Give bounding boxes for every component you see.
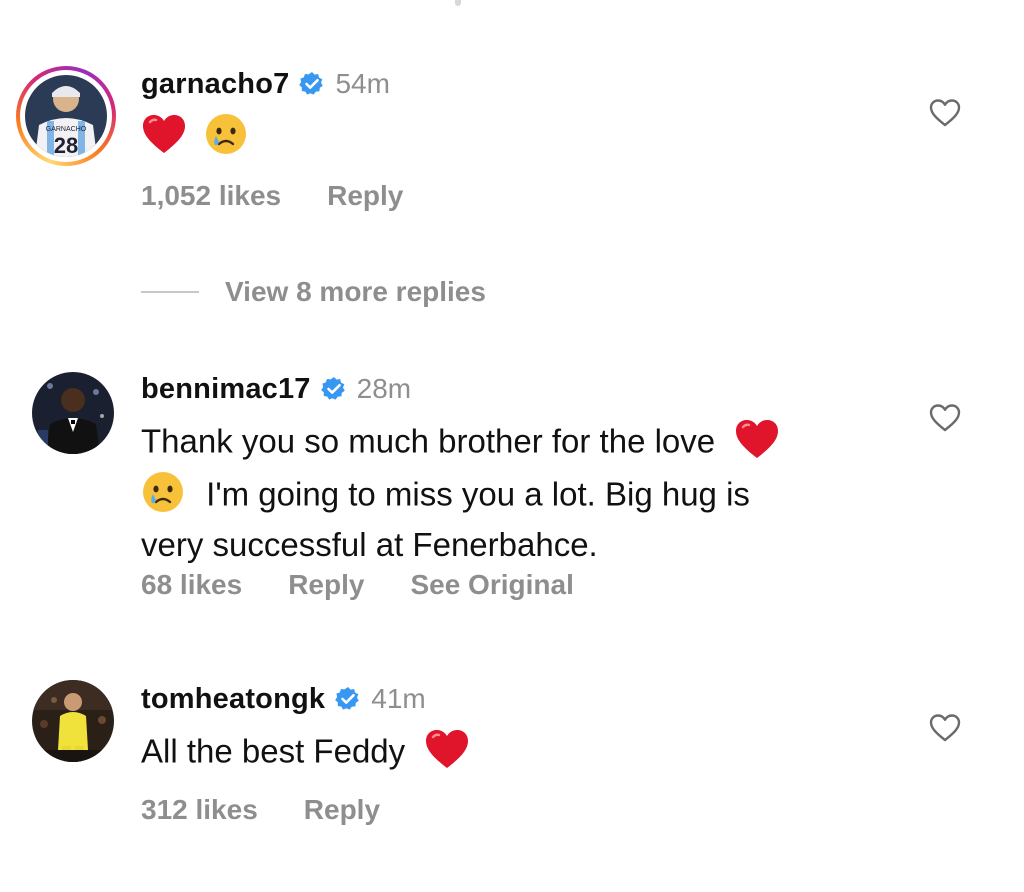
username[interactable]: tomheatongk <box>141 683 325 716</box>
red-heart-emoji <box>734 418 780 470</box>
timestamp: 28m <box>356 373 412 404</box>
heart-outline-icon[interactable] <box>929 98 961 128</box>
likes-count[interactable]: 68 likes <box>141 569 242 601</box>
crying-face-emoji <box>141 470 185 524</box>
svg-text:28: 28 <box>54 133 78 157</box>
timestamp: 54m <box>335 68 390 99</box>
comment-line-1: Thank you so much brother for the love <box>141 418 871 470</box>
divider-line <box>141 291 199 293</box>
avatar-bennimac17[interactable] <box>32 372 114 454</box>
reply-button[interactable]: Reply <box>304 794 380 826</box>
verified-badge-icon <box>320 376 347 402</box>
reply-button[interactable]: Reply <box>327 180 403 212</box>
top-edge-artifact <box>455 0 461 6</box>
likes-count[interactable]: 312 likes <box>141 794 258 826</box>
comment-header: garnacho7 54m <box>141 66 390 102</box>
view-more-replies-label[interactable]: View 8 more replies <box>225 276 486 308</box>
comment-text-content: All the best Feddy <box>141 732 406 770</box>
see-original-button[interactable]: See Original <box>410 569 573 601</box>
timestamp: 41m <box>371 683 426 714</box>
avatar-tomheatongk[interactable] <box>32 680 114 762</box>
crying-face-emoji <box>204 112 248 166</box>
comment-text: Thank you so much brother for the love I… <box>141 418 871 566</box>
story-ring: GARNACHO 28 <box>16 66 116 166</box>
heart-outline-icon[interactable] <box>929 713 961 743</box>
comment-text <box>141 112 871 166</box>
comment-meta: 312 likes Reply <box>141 792 426 828</box>
username[interactable]: garnacho7 <box>141 68 289 101</box>
red-heart-emoji <box>141 113 187 165</box>
view-more-replies[interactable]: View 8 more replies <box>141 274 486 310</box>
avatar-garnacho7[interactable]: GARNACHO 28 <box>16 66 116 166</box>
comment-header: tomheatongk 41m <box>141 681 426 717</box>
comment-line-3: very successful at Fenerbahce. <box>141 526 598 563</box>
svg-text:GARNACHO: GARNACHO <box>46 126 87 133</box>
comment-text: All the best Feddy <box>141 728 871 780</box>
comment-meta: 68 likes Reply See Original <box>141 567 620 603</box>
comment-header: bennimac17 28m <box>141 371 411 407</box>
verified-badge-icon <box>335 686 361 712</box>
username[interactable]: bennimac17 <box>141 373 311 406</box>
reply-button[interactable]: Reply <box>288 569 364 601</box>
likes-count[interactable]: 1,052 likes <box>141 180 281 212</box>
heart-outline-icon[interactable] <box>929 403 961 433</box>
red-heart-emoji <box>424 728 470 780</box>
comment-meta: 1,052 likes Reply <box>141 178 449 214</box>
comment-line-2-text: I'm going to miss you a lot. Big hug is <box>206 475 750 513</box>
comment-line-1-text: Thank you so much brother for the love <box>141 422 716 460</box>
verified-badge-icon <box>299 71 325 97</box>
comment-line-2: I'm going to miss you a lot. Big hug is <box>141 470 871 524</box>
